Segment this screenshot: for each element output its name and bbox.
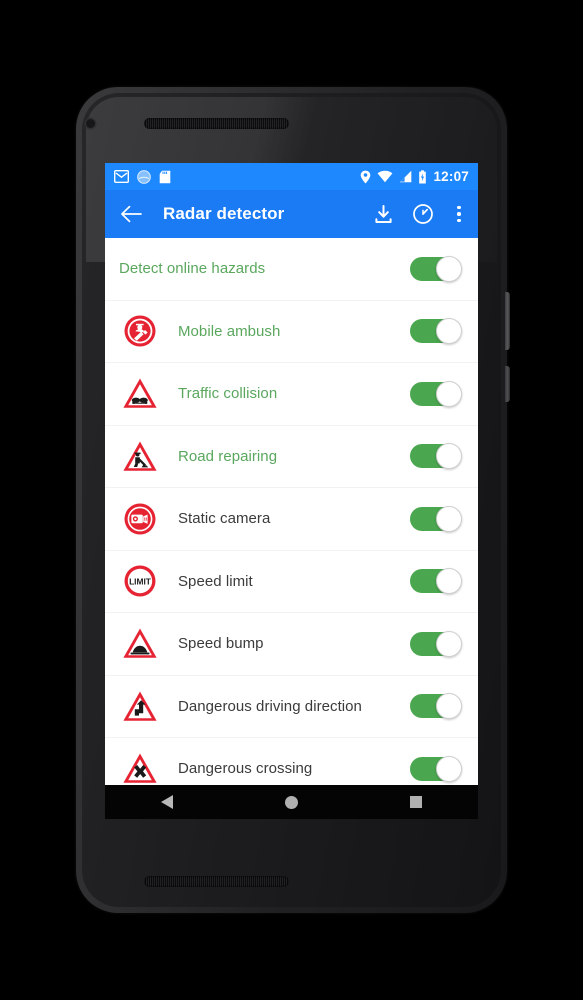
android-navigation-bar — [105, 785, 478, 819]
toggle-thumb — [436, 630, 462, 657]
status-bar-notification-icons — [114, 169, 171, 184]
nav-back-button[interactable] — [147, 785, 187, 819]
download-button[interactable] — [371, 202, 395, 226]
overflow-dot — [457, 212, 461, 216]
nav-home-button[interactable] — [271, 785, 311, 819]
toggle-road-repairing[interactable] — [410, 443, 462, 470]
speed-limit-sign-text: LIMIT — [129, 577, 152, 587]
toggle-speed-bump[interactable] — [410, 630, 462, 657]
list-item-label: Mobile ambush — [178, 322, 281, 340]
list-item-road-repairing[interactable]: Road repairing — [105, 425, 478, 488]
toggle-thumb — [436, 380, 462, 407]
toggle-mobile-ambush[interactable] — [410, 318, 462, 345]
toggle-dangerous-crossing[interactable] — [410, 755, 462, 782]
list-item-label: Traffic collision — [178, 385, 278, 403]
list-item-mobile-ambush[interactable]: Mobile ambush — [105, 300, 478, 363]
toggle-traffic-collision[interactable] — [410, 380, 462, 407]
double-bend-warning-sign-icon — [120, 686, 160, 726]
speed-bump-warning-sign-icon — [120, 624, 160, 664]
power-button[interactable] — [505, 292, 510, 350]
car-crash-warning-sign-icon — [120, 374, 160, 414]
triangle-left-icon — [161, 795, 174, 809]
roadworks-warning-sign-icon — [120, 436, 160, 476]
nav-recents-button[interactable] — [396, 785, 436, 819]
cell-signal-icon — [400, 170, 412, 183]
toggle-static-camera[interactable] — [410, 505, 462, 532]
battery-icon — [419, 169, 427, 183]
download-icon — [374, 204, 392, 223]
toggle-thumb — [436, 443, 462, 470]
list-item-traffic-collision[interactable]: Traffic collision — [105, 363, 478, 426]
app-bar: Radar detector — [105, 190, 478, 238]
toggle-thumb — [436, 255, 462, 282]
location-pin-icon — [361, 170, 371, 183]
page-title: Radar detector — [163, 204, 285, 223]
front-camera-icon — [86, 119, 95, 128]
status-bar-system-icons: 12:07 — [360, 170, 469, 184]
earpiece-speaker-grille — [144, 118, 289, 129]
overflow-dot — [457, 218, 461, 223]
wifi-icon — [378, 170, 393, 183]
speedometer-icon — [413, 204, 433, 224]
circle-sync-icon — [137, 169, 151, 184]
speedometer-button[interactable] — [411, 202, 435, 226]
settings-list: Detect online hazards Mobile ambush Traf… — [105, 238, 478, 819]
list-item-label: Road repairing — [178, 447, 278, 465]
list-item-label: Speed limit — [178, 572, 253, 590]
sd-card-icon — [159, 170, 171, 183]
toggle-detect-online-hazards[interactable] — [410, 255, 462, 282]
overflow-dot — [457, 205, 461, 210]
toggle-thumb — [436, 693, 462, 720]
list-item-label: Static camera — [178, 510, 271, 528]
speed-camera-sign-icon — [120, 499, 160, 539]
toggle-thumb — [436, 568, 462, 595]
toggle-dangerous-driving-direction[interactable] — [410, 693, 462, 720]
toggle-speed-limit[interactable] — [410, 568, 462, 595]
volume-button[interactable] — [505, 366, 510, 402]
crossroads-warning-sign-icon — [120, 749, 160, 789]
speed-limit-sign-icon: LIMIT — [120, 561, 160, 601]
list-item-label: Dangerous driving direction — [178, 697, 362, 715]
back-button[interactable] — [116, 199, 146, 229]
status-bar-clock: 12:07 — [433, 168, 469, 184]
app-bar-actions — [371, 202, 467, 226]
status-bar: 12:07 — [105, 163, 478, 190]
list-item-label: Detect online hazards — [119, 260, 266, 278]
toggle-thumb — [436, 505, 462, 532]
overflow-menu-button[interactable] — [451, 202, 467, 226]
circle-icon — [284, 795, 298, 809]
list-item-static-camera[interactable]: Static camera — [105, 488, 478, 551]
bottom-speaker-grille — [144, 876, 289, 887]
phone-screen: 12:07 Radar detector Detect online hazar… — [105, 163, 478, 819]
list-item-detect-online-hazards[interactable]: Detect online hazards — [105, 238, 478, 301]
toggle-thumb — [436, 755, 462, 782]
list-item-label: Speed bump — [178, 635, 264, 653]
back-arrow-icon — [121, 205, 142, 223]
list-item-speed-bump[interactable]: Speed bump — [105, 613, 478, 676]
list-item-label: Dangerous crossing — [178, 760, 313, 778]
square-icon — [409, 796, 422, 808]
list-item-dangerous-driving-direction[interactable]: Dangerous driving direction — [105, 675, 478, 738]
gmail-icon — [114, 170, 129, 183]
toggle-thumb — [436, 318, 462, 345]
police-officer-sign-icon — [120, 311, 160, 351]
list-item-speed-limit[interactable]: LIMIT Speed limit — [105, 550, 478, 613]
